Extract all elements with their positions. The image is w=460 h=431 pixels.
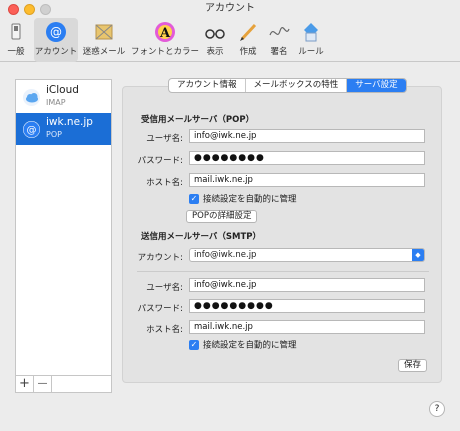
- close-button[interactable]: [8, 4, 19, 15]
- toolbar-junk[interactable]: 迷惑メール: [82, 18, 126, 62]
- fonts-colors-icon: A: [154, 21, 176, 43]
- outgoing-username-label: ユーザ名:: [146, 283, 183, 293]
- tab-account-info[interactable]: アカウント情報: [169, 79, 246, 92]
- tab-mailbox-behaviors[interactable]: メールボックスの特性: [246, 79, 348, 92]
- minimize-button[interactable]: [24, 4, 35, 15]
- checkmark-icon: ✓: [189, 340, 199, 350]
- pop-advanced-button[interactable]: POPの詳細設定: [186, 210, 258, 223]
- incoming-auto-manage-checkbox[interactable]: ✓ 接続設定を自動的に管理: [189, 194, 297, 206]
- save-button[interactable]: 保存: [398, 359, 428, 372]
- pencil-icon: [237, 21, 259, 43]
- junk-mail-icon: [93, 21, 115, 43]
- incoming-host-label: ホスト名:: [146, 178, 183, 188]
- help-button[interactable]: ?: [429, 401, 445, 417]
- window-title: アカウント: [205, 3, 255, 14]
- svg-text:A: A: [159, 26, 171, 41]
- outgoing-host-field[interactable]: mail.iwk.ne.jp: [189, 320, 425, 334]
- sidebar-footer: + —: [15, 375, 112, 393]
- toolbar-accounts[interactable]: @ アカウント: [34, 18, 78, 62]
- svg-text:@: @: [27, 125, 37, 136]
- remove-account-button[interactable]: —: [34, 376, 52, 392]
- switch-icon: [5, 21, 27, 43]
- accounts-list: iCloud IMAP @ iwk.ne.jp POP: [15, 79, 112, 393]
- chevron-updown-icon: ◆: [412, 249, 424, 261]
- incoming-password-field[interactable]: ●●●●●●●●: [189, 151, 425, 165]
- server-settings-panel: 受信用メールサーバ（POP） ユーザ名: info@iwk.ne.jp パスワー…: [122, 86, 442, 383]
- incoming-password-label: パスワード:: [137, 156, 183, 166]
- outgoing-auto-manage-checkbox[interactable]: ✓ 接続設定を自動的に管理: [189, 340, 297, 352]
- incoming-username-field[interactable]: info@iwk.ne.jp: [189, 129, 425, 143]
- rules-icon: [300, 21, 322, 43]
- outgoing-username-field[interactable]: info@iwk.ne.jp: [189, 278, 425, 292]
- incoming-username-label: ユーザ名:: [146, 134, 183, 144]
- add-account-button[interactable]: +: [16, 376, 34, 392]
- toolbar-rules[interactable]: ルール: [297, 18, 325, 62]
- section-divider: [137, 271, 429, 272]
- preferences-toolbar: 一般 @ アカウント 迷惑メール A フォントとカラー 表示 作成 署名 ルール: [0, 18, 460, 62]
- toolbar-viewing[interactable]: 表示: [202, 18, 228, 62]
- outgoing-host-label: ホスト名:: [146, 325, 183, 335]
- toolbar-signatures[interactable]: 署名: [266, 18, 292, 62]
- glasses-icon: [204, 21, 226, 43]
- settings-tabs: アカウント情報 メールボックスの特性 サーバ設定: [168, 78, 407, 93]
- outgoing-section-title: 送信用メールサーバ（SMTP）: [141, 232, 262, 242]
- tab-server-settings[interactable]: サーバ設定: [347, 79, 406, 92]
- outgoing-password-label: パスワード:: [137, 304, 183, 314]
- toolbar-composing[interactable]: 作成: [235, 18, 261, 62]
- incoming-host-field[interactable]: mail.iwk.ne.jp: [189, 173, 425, 187]
- title-bar: アカウント: [0, 0, 460, 18]
- toolbar-fonts-colors[interactable]: A フォントとカラー: [130, 18, 200, 62]
- toolbar-general[interactable]: 一般: [4, 18, 28, 62]
- account-row-icloud[interactable]: iCloud IMAP: [16, 81, 111, 113]
- at-icon: @: [45, 21, 67, 43]
- checkmark-icon: ✓: [189, 194, 199, 204]
- outgoing-account-label: アカウント:: [137, 253, 183, 263]
- outgoing-account-select[interactable]: info@iwk.ne.jp ◆: [189, 248, 425, 262]
- svg-text:@: @: [50, 25, 62, 39]
- at-icon: @: [23, 121, 40, 138]
- outgoing-password-field[interactable]: ●●●●●●●●●: [189, 299, 425, 313]
- zoom-button[interactable]: [40, 4, 51, 15]
- incoming-section-title: 受信用メールサーバ（POP）: [141, 115, 255, 125]
- account-row-iwk[interactable]: @ iwk.ne.jp POP: [16, 113, 111, 145]
- cloud-icon: [23, 89, 40, 106]
- signature-icon: [268, 21, 290, 43]
